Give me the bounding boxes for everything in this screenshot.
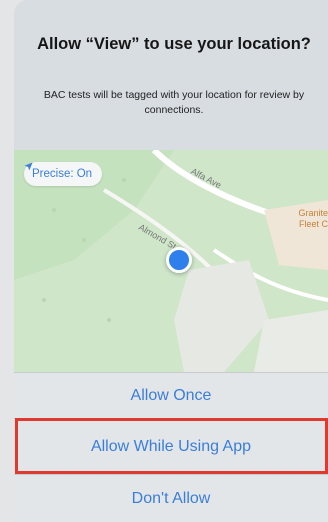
map-poi-label-line: Fleet C (298, 219, 328, 229)
location-map[interactable]: Precise: On Alfa Ave Almond St Granite F… (14, 150, 328, 372)
current-location-dot (166, 247, 192, 273)
precise-label: Precise: On (32, 168, 93, 180)
dialog-title: Allow “View” to use your location? (37, 35, 311, 53)
dont-allow-button[interactable]: Don't Allow (14, 474, 328, 522)
location-arrow-icon (24, 162, 33, 171)
allow-while-using-app-button[interactable]: Allow While Using App (14, 418, 328, 475)
allow-once-button[interactable]: Allow Once (14, 372, 328, 419)
precise-location-toggle[interactable]: Precise: On (24, 162, 103, 186)
dialog-message: BAC tests will be tagged with your locat… (43, 89, 305, 116)
dialog-header: Allow “View” to use your location? BAC t… (14, 0, 328, 150)
map-poi-label-line: Granite (298, 208, 328, 218)
map-poi-label: Granite Fleet C (298, 208, 328, 230)
